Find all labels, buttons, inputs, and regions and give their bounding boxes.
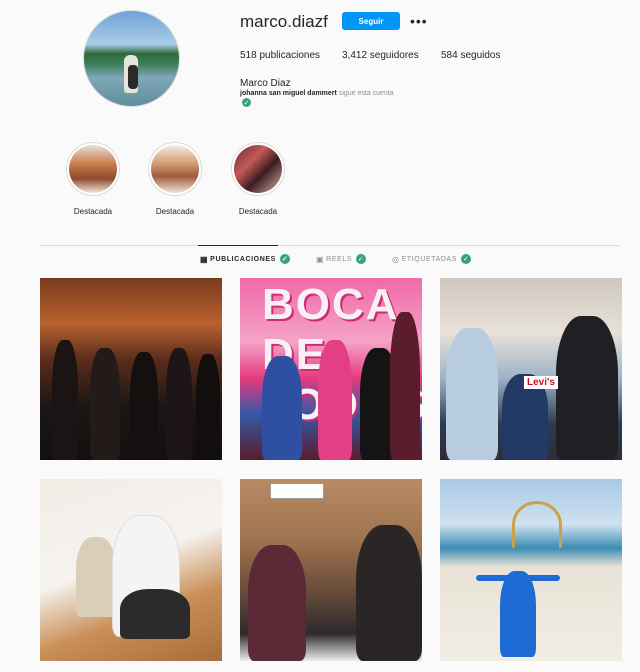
photo-arch [512,501,562,548]
highlight-item[interactable]: Destacada [147,142,203,216]
photo-figure [130,352,158,460]
followed-by-text[interactable]: johanna san miguel dammert sigue esta cu… [240,90,394,97]
highlight-label: Destacada [155,207,195,216]
profile-full-name: Marco Diaz [240,78,291,89]
verified-check-icon: ✓ [356,254,367,264]
verified-check-icon: ✓ [242,98,251,107]
followers-count[interactable]: 3,412 seguidores [342,50,419,61]
photo-wall-sign [270,483,324,499]
profile-username: marco.diazf [240,12,328,31]
post-tile[interactable] [40,278,222,460]
tab-label: PUBLICACIONES [210,255,276,263]
photo-figure [390,312,420,460]
reels-icon: ▣ [316,254,325,264]
photo-figure [90,348,120,460]
highlight-thumbnail [151,145,199,193]
grid-icon: ▦ [200,254,209,264]
tab-label: REELS [326,255,353,263]
followed-by-suffix: sigue esta cuenta [338,90,394,97]
followed-by-name[interactable]: johanna san miguel dammert [240,90,337,97]
photo-figure [166,348,192,460]
tab-etiquetadas[interactable]: ◎ ETIQUETADAS ✓ [392,254,472,264]
highlight-label: Destacada [73,207,113,216]
avatar-child [128,65,138,89]
photo-shirt-text: Levi's [524,376,558,389]
photo-figure [52,340,78,460]
tab-label: ETIQUETADAS [401,255,458,263]
photo-figure [120,589,190,639]
post-tile[interactable] [440,479,622,661]
photo-figure [318,340,352,460]
photo-arms [476,575,560,581]
post-tile[interactable] [40,479,222,661]
tab-publicaciones[interactable]: ▦ PUBLICACIONES ✓ [200,254,290,264]
photo-figure [248,545,306,661]
photo-figure [76,537,116,617]
following-count[interactable]: 584 seguidos [441,50,501,61]
post-tile[interactable]: BOCA DE TODOS [240,278,422,460]
photo-figure [196,354,220,460]
post-tile[interactable]: Levi's [440,278,622,460]
photo-figure [556,316,618,460]
highlight-item[interactable]: Destacada [65,142,121,216]
active-tab-indicator [198,245,278,246]
photo-figure [356,525,422,661]
highlight-thumbnail [69,145,117,193]
highlight-item[interactable]: Destacada [230,142,286,216]
highlight-ring [231,142,285,196]
highlight-label: Destacada [238,207,278,216]
highlight-ring [148,142,202,196]
follow-button[interactable]: Seguir [342,12,400,30]
tabs-divider [40,245,620,246]
verified-check-icon: ✓ [279,254,290,264]
more-options-icon[interactable]: ••• [410,12,428,30]
photo-figure [262,356,302,460]
tab-reels[interactable]: ▣ REELS ✓ [316,254,367,264]
posts-count: 518 publicaciones [240,50,321,61]
highlight-thumbnail [234,145,282,193]
tagged-icon: ◎ [392,254,400,264]
post-tile[interactable] [240,479,422,661]
highlight-ring [66,142,120,196]
photo-figure [500,571,536,657]
profile-avatar[interactable] [83,10,180,107]
photo-figure [446,328,498,460]
verified-check-icon: ✓ [461,254,472,264]
